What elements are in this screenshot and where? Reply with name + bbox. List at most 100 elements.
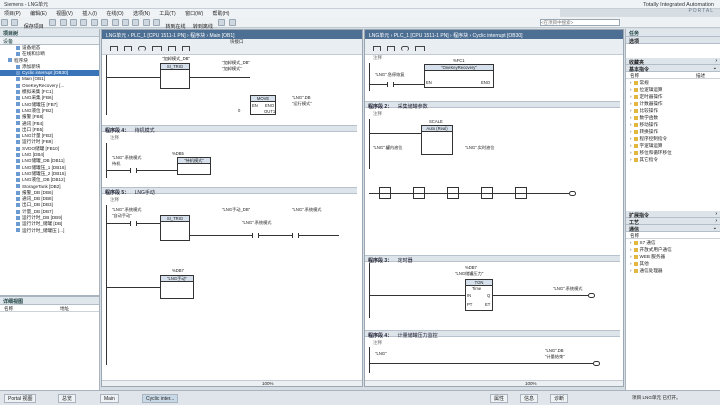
paste-icon[interactable] bbox=[80, 19, 88, 26]
contact-nc-icon[interactable] bbox=[124, 46, 132, 51]
favorites-section[interactable]: 收藏夹 › bbox=[626, 58, 720, 66]
comm-folder[interactable]: › S7 通信 bbox=[626, 239, 720, 246]
network-4-comment[interactable]: 注释 bbox=[102, 135, 127, 141]
net5-contact[interactable] bbox=[130, 221, 137, 226]
tree-item[interactable]: 运行计时_储罐压 [...] bbox=[0, 228, 99, 234]
network-5-comment[interactable]: 注释 bbox=[102, 197, 127, 203]
menu-view[interactable]: 视图(V) bbox=[56, 10, 73, 17]
network-5-header[interactable]: 程序段 5： LNG手动 bbox=[102, 187, 357, 196]
r-net3-coil[interactable] bbox=[588, 293, 595, 298]
comm-folder[interactable]: › WEB 服务器 bbox=[626, 253, 720, 260]
ladder-area-right[interactable]: 注释 "LNG".急停恢复 %FC1 "OneKeyRecovery" EN E… bbox=[365, 55, 623, 373]
ton-timer-block[interactable]: TON Time IN Q PT ET bbox=[465, 279, 493, 311]
ladder-area-left[interactable]: SI_TRIG "加卸模式_DB" "加卸模式_DB" "加卸模式" MOVE … bbox=[102, 55, 362, 373]
si-trig-block[interactable]: SI_TRIG bbox=[160, 63, 190, 89]
overview-tab[interactable]: 总览 bbox=[58, 394, 77, 403]
delete-icon[interactable] bbox=[90, 19, 98, 26]
editor-right-zoom[interactable]: 100% bbox=[525, 381, 537, 386]
undo-icon[interactable] bbox=[101, 19, 109, 26]
r-network-1-comment[interactable]: 注释 bbox=[365, 55, 390, 61]
new-project-icon[interactable] bbox=[1, 19, 8, 26]
r-net4-coil[interactable] bbox=[593, 361, 600, 366]
editor-left-zoom[interactable]: 100% bbox=[262, 381, 274, 386]
instruction-folder[interactable]: › 位逻辑运算 bbox=[626, 86, 720, 93]
block-interface-label[interactable]: 块接口 bbox=[230, 39, 244, 45]
technology-section[interactable]: 工艺 › bbox=[626, 218, 720, 226]
network-4-header[interactable]: 程序段 4： 待机模式 bbox=[102, 125, 357, 134]
r-net2-coil[interactable] bbox=[569, 191, 576, 196]
instruction-folder[interactable]: › 常规 bbox=[626, 79, 720, 86]
coil-icon[interactable] bbox=[401, 46, 409, 51]
si-trig-block-2[interactable]: SI_TRIG bbox=[160, 215, 190, 241]
coil-icon[interactable] bbox=[138, 46, 146, 51]
net4-contact[interactable] bbox=[130, 168, 137, 173]
cut-icon[interactable] bbox=[59, 19, 67, 26]
instruction-folder[interactable]: › 比较操作 bbox=[626, 107, 720, 114]
menu-window[interactable]: 窗口(W) bbox=[185, 10, 203, 17]
portal-view-button[interactable]: Portal 视图 bbox=[4, 394, 37, 403]
net5-contact-2[interactable] bbox=[252, 233, 259, 238]
onekey-recovery-block[interactable]: "OneKeyRecovery" EN ENO bbox=[424, 64, 494, 88]
r-network-2-header[interactable]: 程序段 2： 采集储罐参数 bbox=[365, 101, 620, 110]
r-net1-contact[interactable] bbox=[387, 82, 394, 87]
upload-icon[interactable] bbox=[142, 19, 150, 26]
standby-block[interactable]: "待机模式" bbox=[177, 157, 211, 175]
instruction-folder[interactable]: › 数学函数 bbox=[626, 114, 720, 121]
instruction-folder[interactable]: › 定时器操作 bbox=[626, 93, 720, 100]
block-icon bbox=[16, 159, 20, 164]
print-icon[interactable] bbox=[49, 19, 57, 26]
instruction-folder[interactable]: › 转换操作 bbox=[626, 128, 720, 135]
main-tab[interactable]: Main bbox=[100, 394, 119, 403]
comm-folder[interactable]: › 通信处理器 bbox=[626, 267, 720, 274]
project-search-input[interactable] bbox=[540, 19, 620, 26]
contact-no-icon[interactable] bbox=[373, 46, 381, 51]
basic-instructions-section[interactable]: 基本指令 ⌄ bbox=[626, 65, 720, 73]
instruction-folder[interactable]: › 程序控制指令 bbox=[626, 135, 720, 142]
menu-edit[interactable]: 编辑(E) bbox=[30, 10, 47, 17]
scale-block[interactable]: Auto (Real) bbox=[421, 125, 453, 155]
download-icon[interactable] bbox=[132, 19, 140, 26]
close-branch-icon[interactable] bbox=[182, 46, 190, 51]
instruction-folder[interactable]: › 计数器操作 bbox=[626, 100, 720, 107]
options-section[interactable]: 选项 bbox=[626, 37, 720, 45]
editor-left-hscroll[interactable]: 100% bbox=[102, 380, 362, 386]
open-project-icon[interactable] bbox=[11, 19, 19, 26]
comm-folder[interactable]: › 其他 bbox=[626, 260, 720, 267]
r-network-4-comment[interactable]: 注释 bbox=[365, 340, 390, 346]
simulate-icon[interactable] bbox=[153, 19, 161, 26]
diagnostics-tab[interactable]: 诊断 bbox=[550, 394, 569, 403]
menu-options[interactable]: 选项(N) bbox=[133, 10, 150, 17]
menu-tools[interactable]: 工具(T) bbox=[159, 10, 175, 17]
cyclic-interrupt-tab[interactable]: Cyclic inter... bbox=[142, 394, 179, 403]
r-network-3-header[interactable]: 程序段 3： 定时器 bbox=[365, 255, 620, 264]
instruction-folder[interactable]: › 移动操作 bbox=[626, 121, 720, 128]
copy-icon[interactable] bbox=[69, 19, 77, 26]
instruction-folder[interactable]: › 移位和循环移位 bbox=[626, 149, 720, 156]
contact-no-icon[interactable] bbox=[110, 46, 118, 51]
r-network-2-comment[interactable]: 注释 bbox=[365, 111, 390, 117]
extended-instructions-section[interactable]: 扩展指令 › bbox=[626, 211, 720, 219]
menu-insert[interactable]: 插入(I) bbox=[82, 10, 97, 17]
menu-online[interactable]: 在线(O) bbox=[106, 10, 123, 17]
lng-manual-block[interactable]: "LNG手动" bbox=[160, 275, 194, 299]
move-block[interactable]: MOVE EN ENO OUT1 bbox=[250, 95, 276, 115]
empty-box-icon[interactable] bbox=[152, 46, 162, 51]
instruction-folder[interactable]: › 其它指令 bbox=[626, 156, 720, 163]
instruction-folder[interactable]: › 字逻辑运算 bbox=[626, 142, 720, 149]
r-network-4-header[interactable]: 程序段 4： 计量储罐压力监控 bbox=[365, 330, 620, 339]
editor-right-hscroll[interactable]: 100% bbox=[365, 380, 623, 386]
cross-ref-icon[interactable] bbox=[228, 19, 236, 26]
menu-help[interactable]: 帮助(H) bbox=[213, 10, 230, 17]
redo-icon[interactable] bbox=[111, 19, 119, 26]
accessible-devices-icon[interactable] bbox=[218, 19, 226, 26]
net5-contact-3[interactable] bbox=[292, 233, 299, 238]
properties-tab[interactable]: 属性 bbox=[490, 394, 509, 403]
contact-nc-icon[interactable] bbox=[387, 46, 395, 51]
menu-project[interactable]: 项目(P) bbox=[4, 10, 21, 17]
comm-folder[interactable]: › 开放式用户通信 bbox=[626, 246, 720, 253]
empty-box-icon[interactable] bbox=[415, 46, 425, 51]
info-tab[interactable]: 信息 bbox=[520, 394, 539, 403]
communication-section[interactable]: 通信 ⌄ bbox=[626, 225, 720, 233]
compile-icon[interactable] bbox=[121, 19, 129, 26]
open-branch-icon[interactable] bbox=[168, 46, 176, 51]
